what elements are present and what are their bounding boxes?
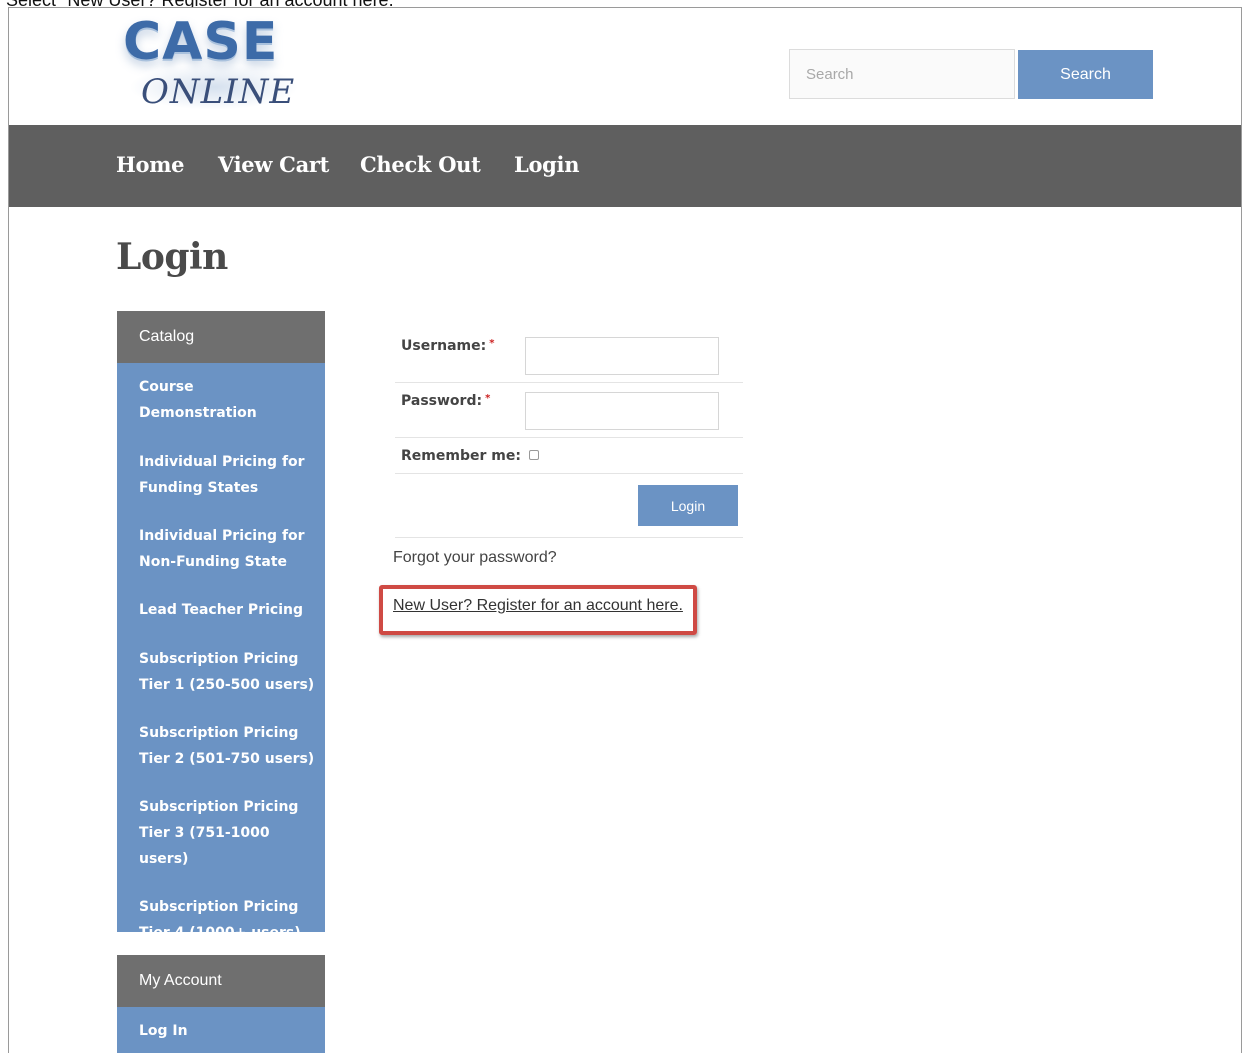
password-row: Password: * [395,383,743,438]
register-link[interactable]: New User? Register for an account here. [393,597,683,615]
password-label: Password: * [401,393,491,409]
browser-page: CASE ONLINE Search Home View Cart Check … [8,7,1242,1053]
remember-label: Remember me: [401,448,521,464]
nav-view-cart[interactable]: View Cart [218,152,329,177]
login-button[interactable]: Login [638,485,738,526]
sidebar-item-tier-3[interactable]: Subscription Pricing Tier 3 (751-1000 us… [117,794,325,872]
remember-row: Remember me: [395,438,743,474]
catalog-heading: Catalog [117,311,325,363]
remember-checkbox[interactable] [529,450,539,460]
login-button-row: Login [395,474,743,538]
nav-login[interactable]: Login [514,152,580,177]
nav-home[interactable]: Home [116,152,185,177]
catalog-sidebar: Catalog Course Demonstration Individual … [117,311,325,941]
search-button[interactable]: Search [1018,50,1153,99]
sidebar-item-non-funding-state[interactable]: Individual Pricing for Non-Funding State [117,523,325,575]
username-label: Username: * [401,338,495,354]
sidebar-item-tier-1[interactable]: Subscription Pricing Tier 1 (250-500 use… [117,646,325,698]
required-mark: * [485,393,491,404]
sidebar-item-course-demonstration[interactable]: Course Demonstration [117,374,325,426]
required-mark: * [489,338,495,349]
login-form: Username: * Password: * Remember me: Login [395,330,743,538]
search-input[interactable] [789,49,1015,99]
sidebar-item-log-in[interactable]: Log In [117,1018,325,1044]
sidebar-item-tier-4[interactable]: Subscription Pricing Tier 4 (1000+ users… [117,894,325,946]
main-nav: Home View Cart Check Out Login [9,125,1241,207]
logo-online-text: ONLINE [141,72,296,112]
site-header: CASE ONLINE Search [9,8,1241,125]
logo-case-text: CASE [123,12,279,72]
username-field[interactable] [525,337,719,375]
forgot-password-link[interactable]: Forgot your password? [393,549,557,567]
account-sidebar: My Account Log In [117,955,325,1053]
nav-check-out[interactable]: Check Out [360,152,481,177]
sidebar-item-lead-teacher[interactable]: Lead Teacher Pricing [117,597,325,623]
sidebar-item-funding-states[interactable]: Individual Pricing for Funding States [117,449,325,501]
password-field[interactable] [525,392,719,430]
sidebar-item-tier-2[interactable]: Subscription Pricing Tier 2 (501-750 use… [117,720,325,772]
case-online-logo[interactable]: CASE ONLINE [119,12,309,116]
username-row: Username: * [395,330,743,383]
account-heading: My Account [117,955,325,1007]
page-title: Login [116,236,228,278]
